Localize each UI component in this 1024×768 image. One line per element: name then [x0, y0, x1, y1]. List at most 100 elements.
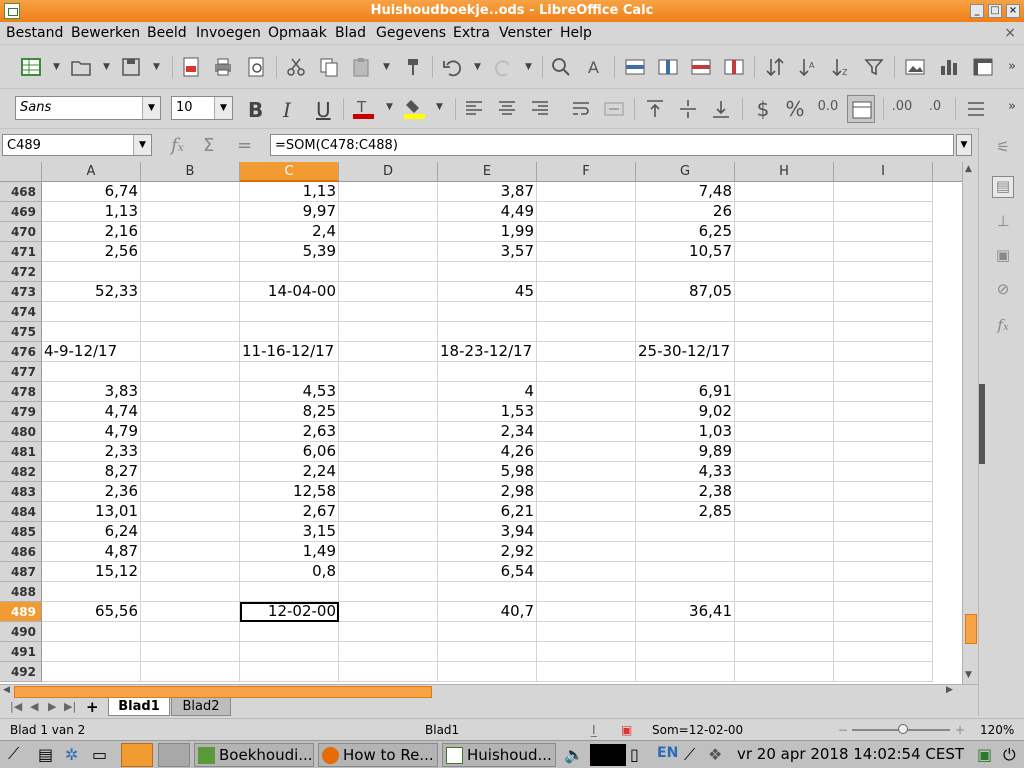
table-cell[interactable] [636, 362, 735, 382]
table-cell[interactable] [42, 302, 141, 322]
table-cell[interactable]: 14-04-00 [240, 282, 339, 302]
vertical-scroll-thumb[interactable] [965, 614, 977, 644]
table-cell[interactable] [339, 442, 438, 462]
row-header[interactable]: 475 [0, 322, 42, 342]
table-cell[interactable] [537, 662, 636, 682]
table-cell[interactable]: 6,25 [636, 222, 735, 242]
table-cell[interactable]: 1,13 [240, 182, 339, 202]
table-cell[interactable] [834, 562, 933, 582]
gallery-icon[interactable]: ▣ [992, 246, 1014, 268]
calc-launcher-icon[interactable] [121, 743, 153, 767]
first-sheet-icon[interactable]: |◀ [10, 700, 22, 713]
print-icon[interactable] [212, 56, 234, 78]
scroll-left-icon[interactable]: ◀ [3, 685, 10, 695]
row-header[interactable]: 469 [0, 202, 42, 222]
paste-dropdown-icon[interactable]: ▼ [383, 62, 390, 72]
row-header[interactable]: 480 [0, 422, 42, 442]
row-header[interactable]: 479 [0, 402, 42, 422]
table-cell[interactable] [42, 322, 141, 342]
table-cell[interactable] [537, 382, 636, 402]
zoom-out-icon[interactable]: − [838, 723, 848, 737]
select-all-corner[interactable] [0, 162, 42, 182]
column-header-e[interactable]: E [438, 162, 537, 182]
table-cell[interactable] [339, 562, 438, 582]
table-cell[interactable] [339, 502, 438, 522]
table-cell[interactable] [834, 222, 933, 242]
date-format-icon[interactable] [847, 95, 875, 123]
table-cell[interactable] [834, 482, 933, 502]
font-size-combo[interactable]: 10 ▼ [171, 96, 233, 120]
highlight-dropdown-icon[interactable]: ▼ [436, 102, 443, 112]
column-header-i[interactable]: I [834, 162, 933, 182]
table-cell[interactable] [339, 362, 438, 382]
table-cell[interactable] [735, 502, 834, 522]
italic-icon[interactable]: I [283, 98, 305, 122]
table-cell[interactable] [636, 642, 735, 662]
table-cell[interactable] [339, 522, 438, 542]
scroll-down-icon[interactable]: ▼ [965, 670, 972, 680]
table-cell[interactable]: 4,74 [42, 402, 141, 422]
table-cell[interactable]: 2,33 [42, 442, 141, 462]
table-cell[interactable] [141, 582, 240, 602]
formula-equals-icon[interactable]: = [237, 135, 252, 156]
formula-input[interactable]: =SOM(C478:C488) [270, 134, 954, 156]
add-sheet-icon[interactable]: + [86, 698, 99, 716]
table-cell[interactable] [735, 482, 834, 502]
table-cell[interactable] [537, 262, 636, 282]
table-cell[interactable] [339, 642, 438, 662]
table-cell[interactable] [735, 362, 834, 382]
table-cell[interactable] [735, 422, 834, 442]
last-sheet-icon[interactable]: ▶| [64, 700, 76, 713]
table-cell[interactable] [240, 322, 339, 342]
table-cell[interactable]: 11-16-12/17 [240, 342, 339, 362]
table-cell[interactable] [141, 182, 240, 202]
menu-invoegen[interactable]: Invoegen [196, 25, 261, 41]
delete-decimal-icon[interactable]: .0 [924, 99, 946, 121]
table-cell[interactable] [735, 662, 834, 682]
table-cell[interactable] [735, 282, 834, 302]
table-cell[interactable]: 2,4 [240, 222, 339, 242]
currency-icon[interactable]: $ [752, 97, 774, 121]
sort-ascending-icon[interactable]: A [797, 56, 819, 78]
align-middle-icon[interactable] [677, 98, 699, 120]
table-cell[interactable] [735, 642, 834, 662]
table-cell[interactable] [537, 462, 636, 482]
print-preview-icon[interactable] [245, 56, 267, 78]
table-cell[interactable] [537, 302, 636, 322]
table-cell[interactable] [537, 642, 636, 662]
table-cell[interactable] [834, 342, 933, 362]
table-cell[interactable] [141, 242, 240, 262]
column-header-h[interactable]: H [735, 162, 834, 182]
row-header[interactable]: 483 [0, 482, 42, 502]
table-cell[interactable] [537, 482, 636, 502]
clock[interactable]: vr 20 apr 2018 14:02:54 CEST [737, 745, 964, 763]
table-cell[interactable] [735, 222, 834, 242]
row-header[interactable]: 489 [0, 602, 42, 622]
task-how-to-re[interactable]: How to Re... [318, 743, 438, 767]
menu-help[interactable]: Help [560, 25, 592, 41]
table-cell[interactable] [834, 422, 933, 442]
scroll-up-icon[interactable]: ▲ [965, 164, 972, 174]
row-header[interactable]: 481 [0, 442, 42, 462]
close-document-icon[interactable]: × [1004, 25, 1016, 41]
table-cell[interactable]: 2,34 [438, 422, 537, 442]
menu-bewerken[interactable]: Bewerken [71, 25, 140, 41]
clipboard-icon[interactable]: ▯ [630, 745, 639, 764]
table-cell[interactable] [834, 262, 933, 282]
table-cell[interactable]: 4 [438, 382, 537, 402]
expand-formula-icon[interactable]: ▼ [956, 134, 972, 156]
zoom-level[interactable]: 120% [980, 723, 1014, 737]
column-header-b[interactable]: B [141, 162, 240, 182]
row-header[interactable]: 471 [0, 242, 42, 262]
table-cell[interactable] [834, 282, 933, 302]
table-cell[interactable] [438, 262, 537, 282]
task-huishoud[interactable]: Huishoud... [442, 743, 556, 767]
table-cell[interactable]: 1,03 [636, 422, 735, 442]
row-header[interactable]: 473 [0, 282, 42, 302]
table-cell[interactable] [834, 182, 933, 202]
table-cell[interactable] [438, 662, 537, 682]
table-cell[interactable] [438, 302, 537, 322]
table-cell[interactable] [537, 542, 636, 562]
table-cell[interactable]: 2,16 [42, 222, 141, 242]
sort-icon[interactable] [764, 56, 786, 78]
